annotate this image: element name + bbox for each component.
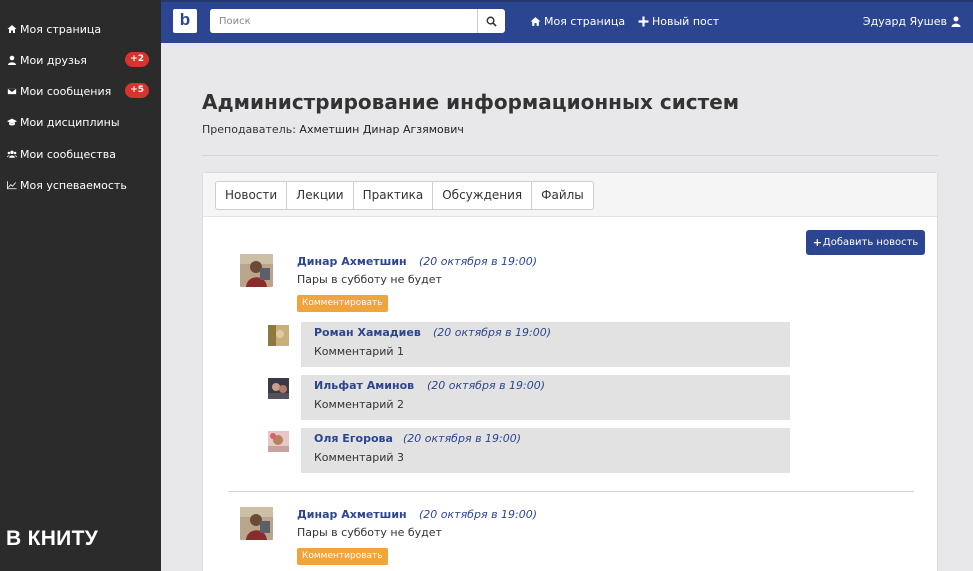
comment-text: Комментарий 2 <box>314 398 405 411</box>
tab-files[interactable]: Файлы <box>532 182 593 209</box>
post-divider <box>228 491 914 492</box>
logo[interactable]: b <box>173 9 197 33</box>
sidebar-item-messages[interactable]: Мои сообщения +5 <box>6 82 149 100</box>
sidebar-item-label: Мои сообщества <box>20 147 116 161</box>
avatar[interactable] <box>240 254 273 287</box>
envelope-icon <box>6 86 17 97</box>
sidebar-item-label: Моя успеваемость <box>20 178 127 192</box>
avatar[interactable] <box>268 431 289 452</box>
sidebar-item-label: Моя страница <box>20 22 102 36</box>
comment-author[interactable]: Роман Хамадиев <box>314 326 421 339</box>
add-news-label: Добавить новость <box>822 237 919 248</box>
home-icon <box>530 17 541 26</box>
sidebar-item-label: Мои сообщения <box>20 84 112 98</box>
comment-button[interactable]: Комментировать <box>297 295 388 312</box>
tab-discussions[interactable]: Обсуждения <box>433 182 533 209</box>
post-date: (20 октября в 19:00) <box>419 255 538 268</box>
post-text: Пары в субботу не будет <box>297 526 442 539</box>
nav-new-post[interactable]: Новый пост <box>638 15 719 28</box>
course-panel: Новости Лекции Практика Обсуждения Файлы… <box>202 172 938 571</box>
comment-author[interactable]: Ильфат Аминов <box>314 379 414 392</box>
top-navbar: b Моя страница Новый пост Эдуард Яушев <box>161 0 973 43</box>
comment: Роман Хамадиев (20 октября в 19:00) Комм… <box>301 322 790 367</box>
divider <box>202 155 938 156</box>
sidebar-item-communities[interactable]: Мои сообщества <box>6 145 149 163</box>
sidebar-item-my-page[interactable]: Моя страница <box>6 20 149 38</box>
sidebar: Моя страница Мои друзья +2 Мои сообщения… <box>0 0 161 571</box>
sidebar-item-disciplines[interactable]: Мои дисциплины <box>6 113 149 131</box>
comment-text: Комментарий 1 <box>314 345 405 358</box>
comment: Оля Егорова (20 октября в 19:00) Коммент… <box>301 428 790 473</box>
teacher-line: Преподаватель: Ахметшин Динар Агзямович <box>202 123 464 136</box>
search-icon <box>486 16 497 27</box>
search-input[interactable] <box>210 9 477 33</box>
tab-practice[interactable]: Практика <box>354 182 434 209</box>
comment-button[interactable]: Комментировать <box>297 548 388 565</box>
teacher-label: Преподаватель: <box>202 123 296 136</box>
sidebar-item-label: Мои дисциплины <box>20 115 120 129</box>
add-news-button[interactable]: + Добавить новость <box>806 230 925 255</box>
user-menu[interactable]: Эдуард Яушев <box>863 15 961 28</box>
sidebar-item-friends[interactable]: Мои друзья +2 <box>6 51 149 69</box>
page-title: Администрирование информационных систем <box>202 90 740 114</box>
post-author[interactable]: Динар Ахметшин <box>297 255 407 268</box>
comment-author[interactable]: Оля Егорова <box>314 432 393 445</box>
home-icon <box>6 24 17 35</box>
messages-badge: +5 <box>125 83 149 98</box>
user-name: Эдуард Яушев <box>862 15 947 28</box>
plus-icon: + <box>812 236 822 249</box>
search-button[interactable] <box>477 9 505 33</box>
nav-my-page-label: Моя страница <box>544 15 626 28</box>
tabs: Новости Лекции Практика Обсуждения Файлы <box>215 181 594 210</box>
users-icon <box>6 149 17 160</box>
post-text: Пары в субботу не будет <box>297 273 442 286</box>
friends-badge: +2 <box>125 52 149 67</box>
tabs-bar: Новости Лекции Практика Обсуждения Файлы <box>203 173 937 217</box>
user-icon <box>951 16 961 27</box>
comment-text: Комментарий 3 <box>314 451 405 464</box>
comment: Ильфат Аминов (20 октября в 19:00) Комме… <box>301 375 790 420</box>
comment-date: (20 октября в 19:00) <box>403 432 522 445</box>
graduation-cap-icon <box>6 117 17 128</box>
tab-lectures[interactable]: Лекции <box>287 182 354 209</box>
user-icon <box>6 55 17 66</box>
plus-icon <box>638 16 649 27</box>
sidebar-item-label: Мои друзья <box>20 53 87 67</box>
avatar[interactable] <box>240 507 273 540</box>
post-date: (20 октября в 19:00) <box>419 508 538 521</box>
comment-date: (20 октября в 19:00) <box>433 326 552 339</box>
avatar[interactable] <box>268 378 289 399</box>
post-author[interactable]: Динар Ахметшин <box>297 508 407 521</box>
teacher-name[interactable]: Ахметшин Динар Агзямович <box>299 123 464 136</box>
avatar[interactable] <box>268 325 289 346</box>
nav-my-page[interactable]: Моя страница <box>530 15 625 28</box>
search-box <box>210 9 505 33</box>
tab-news[interactable]: Новости <box>216 182 288 209</box>
brand-label: В КНИТУ <box>6 527 99 550</box>
line-chart-icon <box>6 180 17 191</box>
nav-new-post-label: Новый пост <box>652 15 720 28</box>
sidebar-item-performance[interactable]: Моя успеваемость <box>6 176 149 194</box>
comment-date: (20 октября в 19:00) <box>427 379 546 392</box>
